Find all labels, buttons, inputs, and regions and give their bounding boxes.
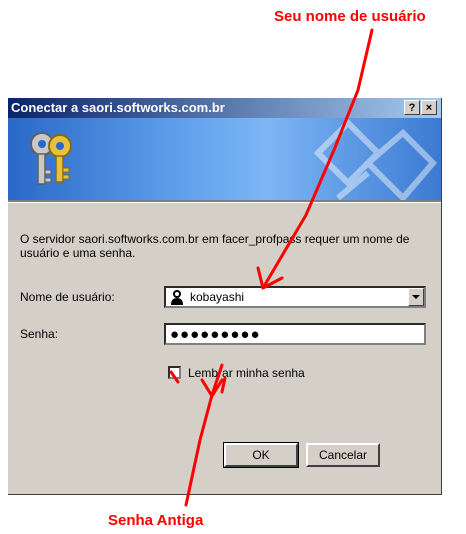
annotation-arrows [169, 28, 374, 507]
annotation-password: Senha Antiga [108, 512, 204, 529]
